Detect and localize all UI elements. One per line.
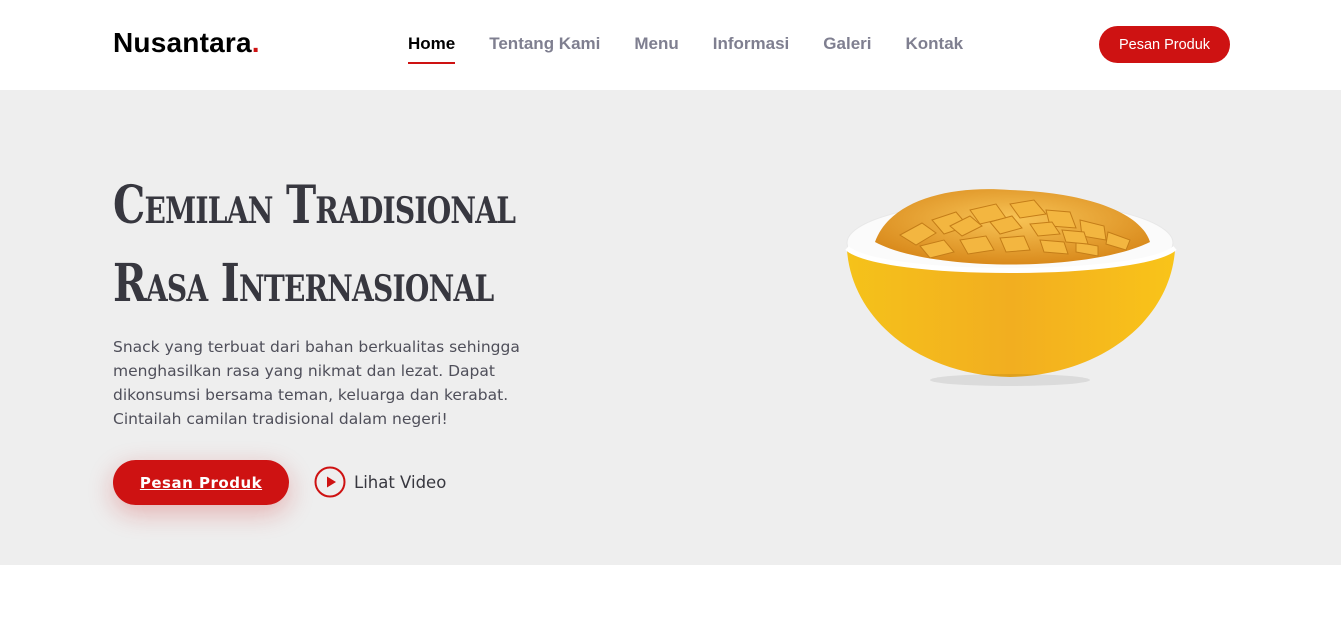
hero-title-line-2: Rasa Internasional [113,253,494,314]
main-nav: Home Tentang Kami Menu Informasi Galeri … [408,34,997,64]
hero-title: Cemilan Tradisional Rasa Internasional [113,167,550,323]
play-circle-icon [314,466,346,498]
nav-kontak[interactable]: Kontak [906,34,964,64]
site-header: Nusantara. Home Tentang Kami Menu Inform… [0,0,1341,90]
hero-title-line-1: Cemilan Tradisional [113,175,516,236]
hero-description: Snack yang terbuat dari bahan berkualita… [113,338,520,428]
hero-section: Cemilan Tradisional Rasa Internasional S… [0,90,1341,565]
nav-informasi[interactable]: Informasi [713,34,790,64]
nav-home[interactable]: Home [408,34,456,64]
hero-order-button[interactable]: Pesan Produk [113,460,289,505]
nav-menu[interactable]: Menu [634,34,678,64]
logo[interactable]: Nusantara. [113,27,260,59]
header-order-button[interactable]: Pesan Produk [1099,26,1230,63]
snack-bowl-image [845,189,1177,386]
watch-video-label: Lihat Video [354,472,447,492]
nav-tentang-kami[interactable]: Tentang Kami [489,34,600,64]
watch-video-link[interactable]: Lihat Video [314,466,446,498]
nav-galeri[interactable]: Galeri [823,34,871,64]
